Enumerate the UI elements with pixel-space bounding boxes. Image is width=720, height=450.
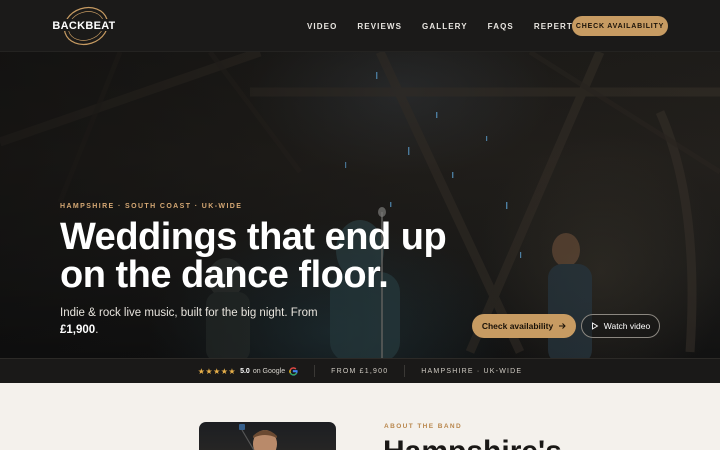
arrow-right-icon bbox=[559, 323, 566, 329]
google-rating[interactable]: ★★★★★ 5.0 on Google bbox=[198, 367, 298, 376]
star-rating-icon: ★★★★★ bbox=[197, 366, 237, 376]
logo-wordmark: BACKBEAT bbox=[53, 20, 115, 32]
hero-subtext-body: Indie & rock live music, built for the b… bbox=[60, 307, 318, 319]
hero-check-availability-label: Check availability bbox=[481, 321, 554, 331]
nav-link-reviews[interactable]: REVIEWS bbox=[357, 22, 402, 31]
band-member-photo bbox=[199, 422, 336, 450]
hero-watch-video-button[interactable]: Watch video bbox=[581, 314, 660, 338]
trust-region: HAMPSHIRE · UK-WIDE bbox=[421, 367, 523, 375]
hero-headline: Weddings that end up on the dance floor. bbox=[60, 216, 447, 296]
hero-check-availability-button[interactable]: Check availability bbox=[472, 314, 576, 338]
about-eyebrow: ABOUT THE BAND bbox=[384, 423, 463, 430]
top-navbar: BACKBEAT VIDEO REVIEWS GALLERY FAQS REPE… bbox=[0, 0, 720, 52]
nav-check-availability-button[interactable]: CHECK AVAILABILITY bbox=[572, 16, 668, 36]
about-section: ABOUT THE BAND Hampshire's bbox=[0, 383, 720, 450]
hero-subtext: Indie & rock live music, built for the b… bbox=[60, 305, 320, 338]
nav-link-gallery[interactable]: GALLERY bbox=[422, 22, 468, 31]
trust-divider bbox=[404, 365, 406, 377]
hero-watch-video-label: Watch video bbox=[603, 321, 651, 331]
nav-links: VIDEO REVIEWS GALLERY FAQS REPERTOIRE bbox=[307, 0, 617, 52]
rating-value: 5.0 bbox=[240, 367, 250, 375]
rating-source: on Google bbox=[252, 367, 286, 375]
nav-link-video[interactable]: VIDEO bbox=[307, 22, 337, 31]
hero-price: £1,900 bbox=[60, 323, 96, 336]
about-title: Hampshire's bbox=[383, 435, 562, 450]
hero-section: HAMPSHIRE · SOUTH COAST · UK-WIDE Weddin… bbox=[0, 52, 720, 358]
band-member-image bbox=[239, 424, 277, 450]
hero-eyebrow: HAMPSHIRE · SOUTH COAST · UK-WIDE bbox=[60, 203, 243, 210]
play-icon bbox=[591, 322, 599, 330]
trust-price: FROM £1,900 bbox=[331, 367, 389, 375]
backbeat-logo[interactable]: BACKBEAT bbox=[53, 5, 115, 47]
hero-subtext-end: . bbox=[95, 323, 99, 336]
google-icon bbox=[289, 366, 298, 376]
trust-bar: ★★★★★ 5.0 on Google FROM £1,900 HAMPSHIR… bbox=[0, 358, 720, 383]
nav-link-faqs[interactable]: FAQS bbox=[488, 22, 514, 31]
trust-divider bbox=[314, 365, 316, 377]
